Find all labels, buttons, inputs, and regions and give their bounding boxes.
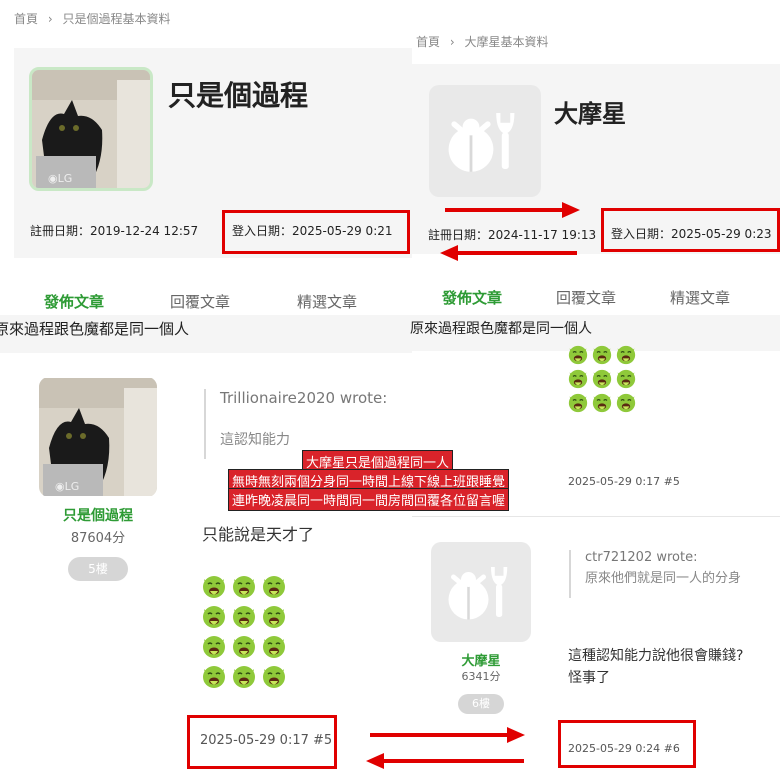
login-date: 登入日期：2025-05-29 0:21 xyxy=(232,224,393,238)
vomiting-face-icon xyxy=(592,369,612,389)
vomiting-face-icon xyxy=(262,635,286,659)
breadcrumb-home-link[interactable]: 首頁 xyxy=(416,35,440,49)
breadcrumb-home-link[interactable]: 首頁 xyxy=(14,12,38,26)
annotation-overlay: 大摩星只是個過程同一人 無時無刻兩個分身同一時間上線下線上班跟睡覺 連昨晚凌晨同… xyxy=(228,450,558,511)
vomiting-face-icon xyxy=(202,575,226,599)
quote-block: Trillionaire2020 wrote: 這認知能力 xyxy=(204,389,420,459)
login-date: 登入日期：2025-05-29 0:23 xyxy=(611,227,772,241)
vomiting-face-icon xyxy=(262,605,286,629)
vomiting-face-icon xyxy=(616,393,636,413)
vomiting-face-icon xyxy=(592,393,612,413)
post-body: 只能說是天才了 xyxy=(202,525,315,544)
left-profile-panel: 首頁 › 只是個過程基本資料 ◉LG 只是個過程 註冊日期：2019-12-24… xyxy=(0,0,412,322)
thread-title[interactable]: 原來過程跟色魔都是同一個人 xyxy=(410,318,592,338)
breadcrumb-current: 只是個過程基本資料 xyxy=(62,12,171,26)
post-5-left: ◉LG 只是個過程 87604分 5樓 Trillionaire2020 wro… xyxy=(0,355,412,780)
post-user-score: 87604分 xyxy=(70,531,126,546)
vomiting-face-icon xyxy=(202,635,226,659)
annotation-line-3: 連昨晚凌晨同一時間同一間房間回覆各位留言喔 xyxy=(228,488,510,511)
arrow-left xyxy=(440,245,580,261)
tab-replies[interactable]: 回覆文章 xyxy=(556,287,616,308)
cat-photo: ◉LG xyxy=(32,70,150,188)
vomiting-face-icon xyxy=(202,665,226,689)
vomiting-face-icon xyxy=(616,345,636,365)
cat-photo: ◉LG xyxy=(39,378,157,496)
breadcrumb-separator: › xyxy=(47,12,53,26)
svg-text:◉LG: ◉LG xyxy=(55,480,79,493)
avatar[interactable] xyxy=(429,85,541,197)
default-avatar-icon xyxy=(431,542,531,642)
quote-author[interactable]: ctr721202 wrote: xyxy=(585,550,780,565)
right-profile-panel: 首頁 › 大摩星基本資料 大摩星 註冊日期：2024-11-17 19:13 登… xyxy=(412,0,780,322)
tab-posts[interactable]: 發佈文章 xyxy=(44,291,104,312)
breadcrumb: 首頁 › 大摩星基本資料 xyxy=(416,33,549,50)
arrow-right xyxy=(370,727,526,743)
quote-text: 這認知能力 xyxy=(220,432,290,448)
vomiting-face-icon xyxy=(232,575,256,599)
avatar[interactable] xyxy=(431,542,531,642)
vomiting-face-icon xyxy=(616,369,636,389)
register-date: 註冊日期：2024-11-17 19:13 xyxy=(428,228,597,242)
vomiting-face-icon xyxy=(232,605,256,629)
post-user-score: 6341分 xyxy=(461,670,501,683)
post-timestamp[interactable]: 2025-05-29 0:24 #6 xyxy=(568,742,680,755)
floor-badge: 6樓 xyxy=(458,694,504,714)
vomiting-face-icon xyxy=(262,665,286,689)
tab-replies[interactable]: 回覆文章 xyxy=(170,291,230,312)
svg-text:◉LG: ◉LG xyxy=(48,172,72,185)
vomiting-face-icon xyxy=(232,665,256,689)
post-timestamp[interactable]: 2025-05-29 0:17 #5 xyxy=(200,733,332,748)
tab-featured[interactable]: 精選文章 xyxy=(297,291,357,312)
vomiting-face-icon xyxy=(262,575,286,599)
emoji-grid xyxy=(568,345,636,413)
vomiting-face-icon xyxy=(568,369,588,389)
floor-badge: 5樓 xyxy=(68,557,128,581)
quote-text: 原來他們就是同一人的分身 xyxy=(585,571,742,586)
arrow-right xyxy=(445,202,580,218)
post-divider xyxy=(412,516,780,517)
vomiting-face-icon xyxy=(568,393,588,413)
vomiting-face-icon xyxy=(202,605,226,629)
quote-author[interactable]: Trillionaire2020 wrote: xyxy=(220,389,420,407)
arrow-left xyxy=(366,753,526,769)
profile-name: 大摩星 xyxy=(554,100,626,128)
avatar[interactable]: ◉LG xyxy=(39,377,157,497)
post-username[interactable]: 大摩星 xyxy=(431,650,531,669)
breadcrumb-separator: › xyxy=(449,35,455,49)
register-date: 註冊日期：2019-12-24 12:57 xyxy=(30,224,199,238)
quote-block: ctr721202 wrote: 原來他們就是同一人的分身 xyxy=(569,550,780,598)
vomiting-face-icon xyxy=(568,345,588,365)
tab-featured[interactable]: 精選文章 xyxy=(670,287,730,308)
post-username[interactable]: 只是個過程 xyxy=(40,505,156,525)
emoji-grid xyxy=(202,575,286,689)
breadcrumb-current: 大摩星基本資料 xyxy=(464,35,549,49)
post-body-line-1: 這種認知能力說他很會賺錢? xyxy=(568,648,744,664)
default-avatar-icon xyxy=(429,85,541,197)
profile-name: 只是個過程 xyxy=(168,79,309,112)
thread-title-bar-left: 原來過程跟色魔都是同一個人 xyxy=(0,315,412,353)
avatar[interactable]: ◉LG xyxy=(29,67,153,191)
vomiting-face-icon xyxy=(232,635,256,659)
tab-posts[interactable]: 發佈文章 xyxy=(442,287,502,308)
post-timestamp[interactable]: 2025-05-29 0:17 #5 xyxy=(568,475,680,488)
breadcrumb: 首頁 › 只是個過程基本資料 xyxy=(14,10,171,27)
post-body-line-2: 怪事了 xyxy=(568,670,610,686)
thread-title[interactable]: 原來過程跟色魔都是同一個人 xyxy=(0,318,189,339)
vomiting-face-icon xyxy=(592,345,612,365)
